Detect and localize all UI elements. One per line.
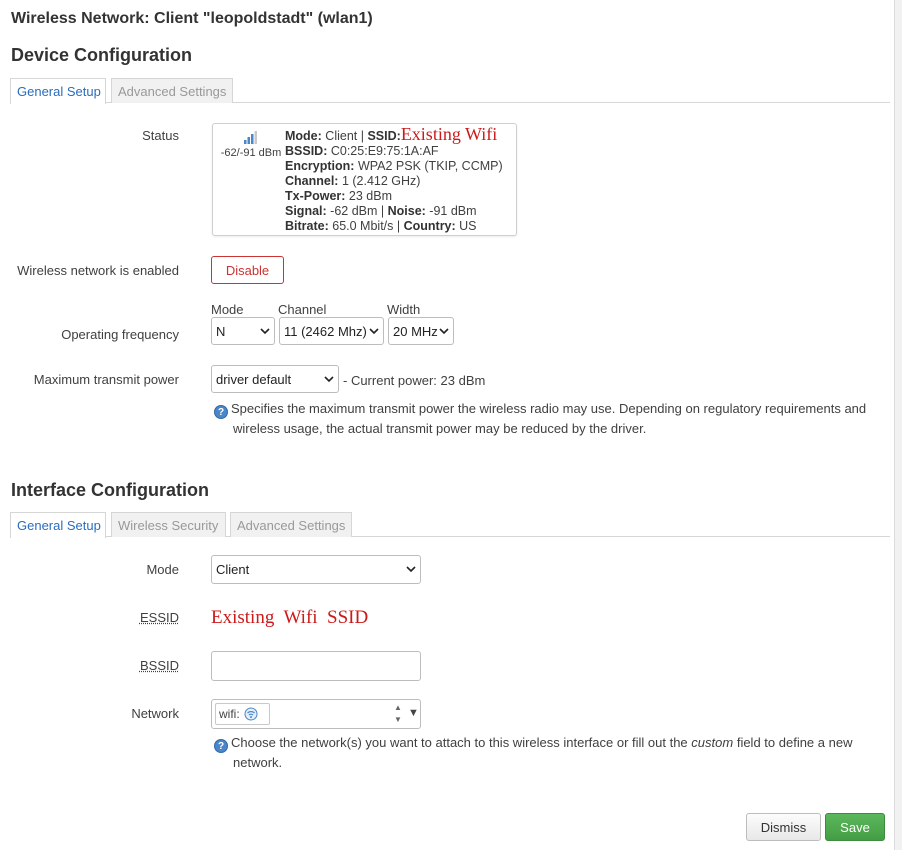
freq-width-select[interactable]: 20 MHz	[388, 317, 454, 345]
freq-mode-select[interactable]: N	[211, 317, 275, 345]
status-line-encryption: Encryption: WPA2 PSK (TKIP, CCMP)	[285, 159, 503, 173]
device-tabbar: General Setup Advanced Settings	[10, 78, 890, 104]
status-box: -62/-91 dBm Mode: Client | SSID:Existing…	[212, 123, 517, 236]
tab-interface-advanced-settings[interactable]: Advanced Settings	[230, 512, 352, 537]
chevron-down-icon	[324, 376, 334, 383]
chevron-down-icon	[439, 328, 449, 335]
status-line-channel: Channel: 1 (2.412 GHz)	[285, 174, 421, 188]
tab-wireless-security[interactable]: Wireless Security	[111, 512, 226, 537]
status-line-signal: Signal: -62 dBm | Noise: -91 dBm	[285, 204, 477, 218]
signal-indicator: -62/-91 dBm	[218, 130, 284, 159]
save-button[interactable]: Save	[825, 813, 885, 841]
essid-label: ESSID	[139, 610, 179, 625]
modal-title: Wireless Network: Client "leopoldstadt" …	[11, 10, 373, 27]
interface-config-title: Interface Configuration	[11, 480, 210, 500]
operating-frequency-label: Operating frequency	[61, 327, 179, 342]
network-help: ? Choose the network(s) you want to attac…	[214, 733, 874, 772]
network-select[interactable]: wifi: ▲ ▼ ▼	[211, 699, 421, 729]
ssid-overlay-text: Existing Wifi	[400, 124, 498, 144]
network-dropdown-arrow-icon[interactable]: ▼	[408, 707, 419, 719]
network-spinner[interactable]: ▲ ▼	[392, 702, 404, 726]
status-details: Mode: Client | SSID:Existing Wifi BSSID:…	[285, 124, 503, 234]
freq-channel-select[interactable]: 11 (2462 Mhz)	[279, 317, 384, 345]
wireless-config-page: Wireless Network: Client "leopoldstadt" …	[0, 0, 890, 850]
wifi-network-icon	[244, 707, 258, 721]
help-icon: ?	[214, 739, 228, 753]
bssid-input[interactable]	[211, 651, 421, 681]
freq-width-label: Width	[387, 302, 421, 317]
dismiss-button[interactable]: Dismiss	[746, 813, 821, 841]
network-label: Network	[131, 706, 179, 721]
tab-device-general-setup[interactable]: General Setup	[10, 78, 106, 104]
max-txpower-label: Maximum transmit power	[33, 372, 179, 387]
chevron-down-icon	[406, 566, 416, 573]
help-icon: ?	[214, 405, 228, 419]
chevron-down-icon	[369, 328, 379, 335]
txpower-help: ? Specifies the maximum transmit power th…	[214, 399, 874, 438]
scrollbar[interactable]	[894, 0, 902, 850]
wireless-enabled-label: Wireless network is enabled	[17, 263, 179, 278]
bssid-label: BSSID	[139, 658, 179, 673]
chevron-down-icon	[260, 328, 270, 335]
freq-channel-label: Channel	[278, 302, 327, 317]
status-line-txpower: Tx-Power: 23 dBm	[285, 189, 393, 203]
freq-mode-label: Mode	[211, 302, 244, 317]
essid-value[interactable]: Existing Wifi SSID	[211, 607, 368, 629]
tab-device-advanced-settings[interactable]: Advanced Settings	[111, 78, 233, 103]
device-config-title: Device Configuration	[11, 45, 193, 65]
status-label: Status	[142, 128, 179, 143]
signal-bars-icon	[244, 131, 257, 144]
network-chip-wifi[interactable]: wifi:	[215, 703, 270, 725]
txpower-select[interactable]: driver default	[211, 365, 339, 393]
signal-text: -62/-91 dBm	[220, 147, 282, 159]
status-line-bitrate: Bitrate: 65.0 Mbit/s | Country: US	[285, 219, 477, 233]
status-line-bssid: BSSID: C0:25:E9:75:1A:AF	[285, 144, 439, 158]
interface-mode-select[interactable]: Client	[211, 555, 421, 584]
tab-interface-general-setup[interactable]: General Setup	[10, 512, 106, 538]
interface-mode-label: Mode	[146, 562, 179, 577]
status-line-mode: Mode: Client | SSID:Existing Wifi	[285, 124, 498, 144]
interface-tabbar: General Setup Wireless Security Advanced…	[10, 512, 890, 538]
disable-button[interactable]: Disable	[211, 256, 284, 284]
current-power-text: - Current power: 23 dBm	[343, 373, 486, 388]
